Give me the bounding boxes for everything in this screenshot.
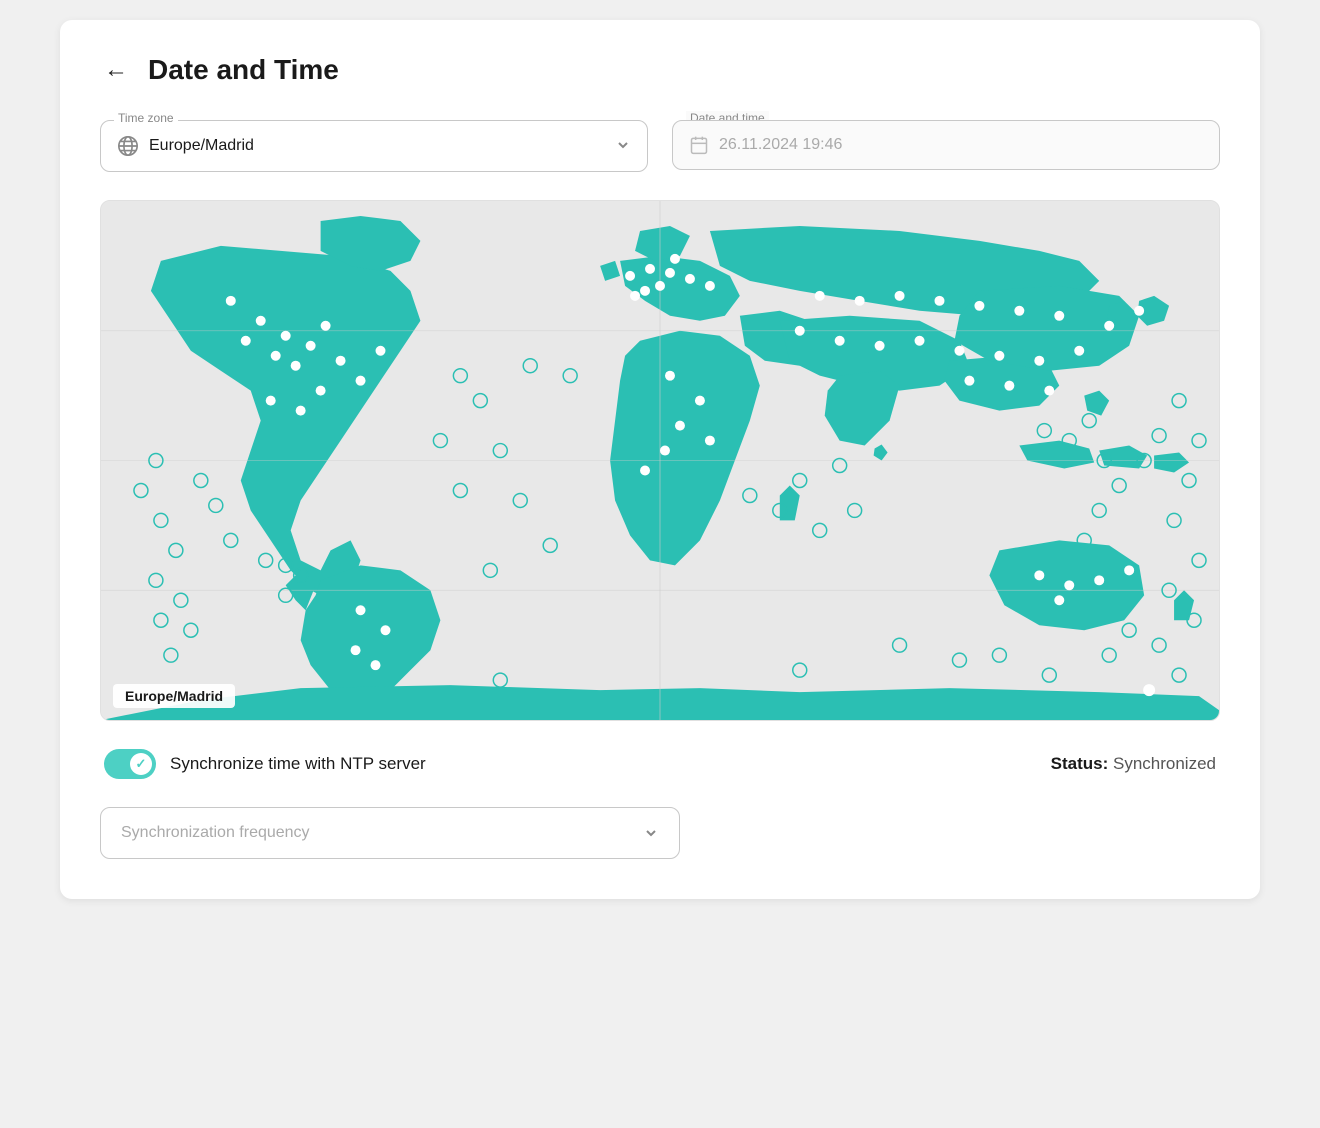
timezone-chevron — [615, 137, 631, 156]
page-container: ← Date and Time Time zone Europe/Madrid — [60, 20, 1260, 899]
check-icon: ✓ — [136, 756, 147, 772]
ntp-label: Synchronize time with NTP server — [170, 754, 426, 774]
timezone-select[interactable]: Europe/Madrid — [100, 120, 648, 172]
status-value: Synchronized — [1113, 754, 1216, 773]
status-prefix: Status: — [1051, 754, 1109, 773]
datetime-wrapper: Date and time 26.11.2024 19:46 — [672, 120, 1220, 172]
map-location-label: Europe/Madrid — [113, 684, 235, 708]
sync-frequency-wrapper: Synchronization frequency — [100, 807, 680, 859]
world-map — [101, 201, 1219, 720]
toggle-knob: ✓ — [130, 753, 152, 775]
datetime-value: 26.11.2024 19:46 — [719, 136, 842, 154]
sync-frequency-select[interactable]: Synchronization frequency — [100, 807, 680, 859]
header: ← Date and Time — [100, 52, 1220, 88]
calendar-icon — [689, 135, 709, 155]
timezone-label: Time zone — [114, 111, 178, 125]
page-title: Date and Time — [148, 54, 339, 86]
map-container: Europe/Madrid — [100, 200, 1220, 721]
ntp-toggle[interactable]: ✓ — [104, 749, 156, 779]
ntp-status: Status: Synchronized — [1051, 754, 1216, 774]
globe-icon — [117, 135, 139, 157]
timezone-value: Europe/Madrid — [149, 137, 631, 155]
controls-row: Time zone Europe/Madrid Date a — [100, 120, 1220, 172]
ntp-left: ✓ Synchronize time with NTP server — [104, 749, 426, 779]
sync-frequency-label: Synchronization frequency — [121, 824, 310, 842]
timezone-wrapper: Time zone Europe/Madrid — [100, 120, 648, 172]
sync-frequency-chevron — [643, 825, 659, 841]
back-button[interactable]: ← — [100, 52, 132, 88]
ntp-row: ✓ Synchronize time with NTP server Statu… — [100, 749, 1220, 779]
datetime-display: 26.11.2024 19:46 — [672, 120, 1220, 170]
